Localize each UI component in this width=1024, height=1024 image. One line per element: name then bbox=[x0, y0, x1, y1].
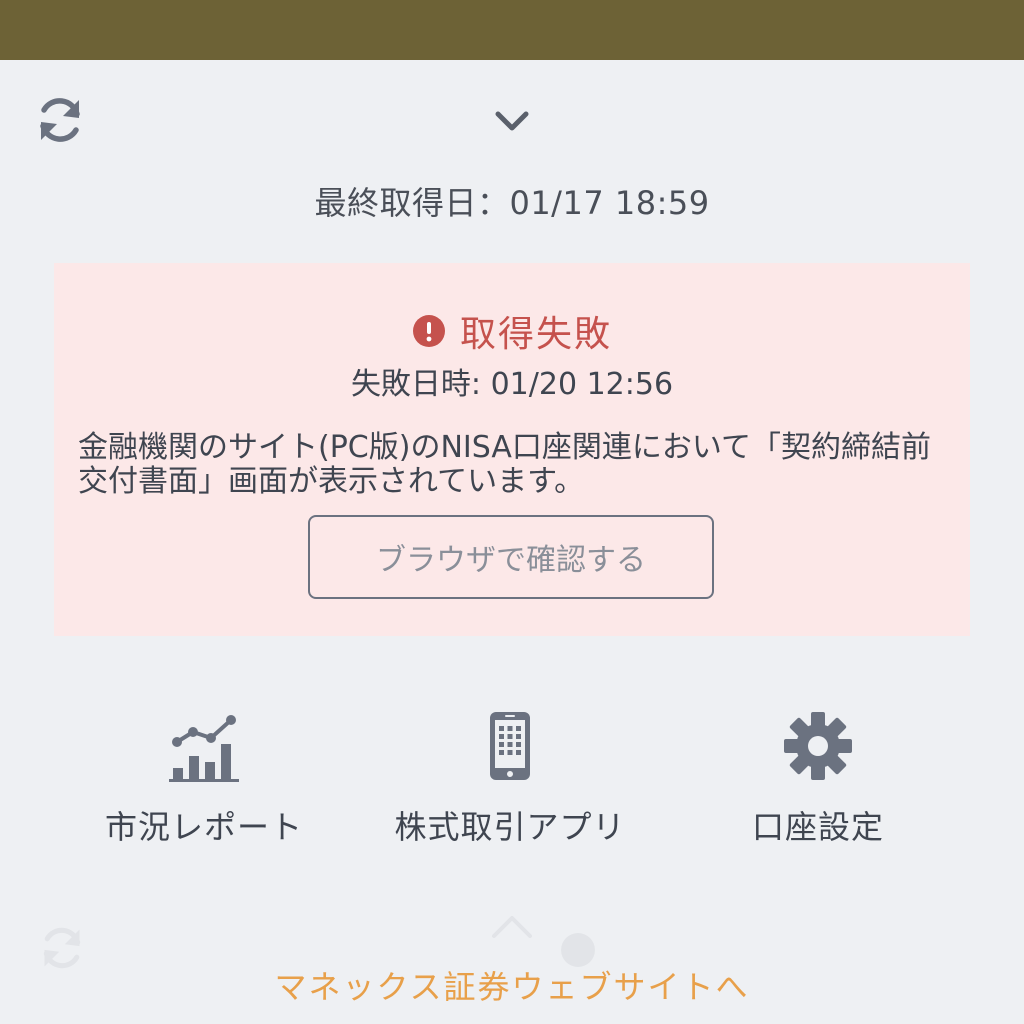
nav-stock-trading-app-label: 株式取引アプリ bbox=[394, 808, 626, 846]
nav-market-report[interactable]: 市況レポート bbox=[54, 710, 354, 848]
alert-title: 取得失敗 bbox=[54, 305, 970, 357]
refresh-icon[interactable] bbox=[34, 94, 86, 146]
fetch-failed-alert: 取得失敗 失敗日時: 01/20 12:56 金融機関のサイト(PC版)のNIS… bbox=[54, 263, 970, 636]
monex-website-link[interactable]: マネックス証券ウェブサイトへ bbox=[0, 962, 1024, 1008]
gear-icon bbox=[784, 712, 852, 780]
nav-stock-trading-app[interactable]: 株式取引アプリ bbox=[360, 710, 660, 848]
failure-date-label: 失敗日時: bbox=[350, 367, 491, 402]
failure-date-value: 01/20 12:56 bbox=[490, 367, 674, 402]
exclamation-circle-icon bbox=[412, 315, 445, 347]
nav-market-report-label: 市況レポート bbox=[104, 808, 303, 846]
chart-icon bbox=[169, 715, 239, 782]
last-fetch-date: 最終取得日：01/17 18:59 bbox=[0, 178, 1024, 224]
nav-account-settings[interactable]: 口座設定 bbox=[668, 710, 968, 848]
alert-title-text: 取得失敗 bbox=[459, 314, 612, 355]
faded-chevron-up-icon bbox=[492, 916, 532, 938]
nav-account-settings-label: 口座設定 bbox=[751, 808, 884, 846]
last-fetch-label: 最終取得日： bbox=[314, 184, 510, 222]
alert-message: 金融機関のサイト(PC版)のNISA口座関連において「契約締結前交付書面」画面が… bbox=[78, 430, 931, 499]
failure-datetime: 失敗日時: 01/20 12:56 bbox=[54, 359, 970, 403]
chevron-down-icon[interactable] bbox=[492, 104, 532, 136]
open-in-browser-button[interactable]: ブラウザで確認する bbox=[308, 515, 714, 599]
last-fetch-value: 01/17 18:59 bbox=[509, 184, 710, 222]
top-header-bar bbox=[0, 0, 1024, 60]
smartphone-icon bbox=[490, 712, 530, 780]
